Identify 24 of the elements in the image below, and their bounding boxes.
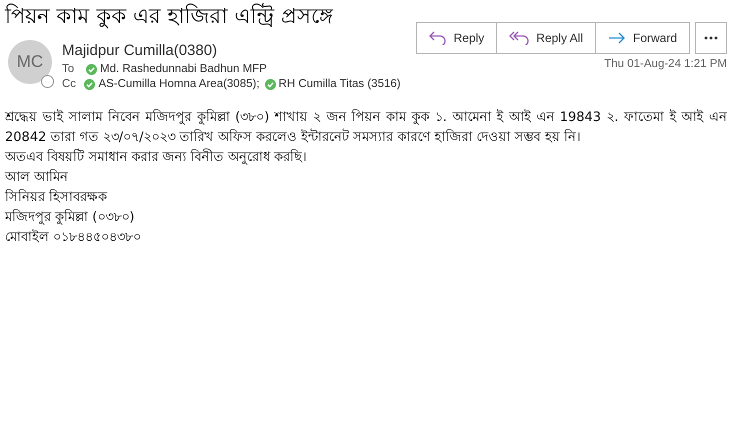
recipient-label: To — [62, 62, 76, 77]
check-icon — [264, 79, 276, 90]
recipient-name[interactable]: Md. Rashedunnabi Badhun MFP — [100, 62, 267, 77]
recipient-name[interactable]: AS-Cumilla Homna Area(3085); — [98, 77, 260, 92]
reply-arrow-icon — [428, 31, 447, 45]
body-paragraph: মজিদপুর কুমিল্লা (০৩৮০) — [5, 208, 136, 227]
email-subject: পিয়ন কাম কুক এর হাজিরা এন্ট্রি প্রসঙ্গে — [5, 2, 334, 30]
reply-all-arrow-icon — [509, 31, 530, 45]
body-paragraph: সিনিয়র হিসাবরক্ষক — [5, 188, 108, 207]
body-paragraph: অতএব বিষয়টি সমাধান করার জন্য বিনীত অনুরোধ করছি। — [5, 148, 308, 167]
check-icon — [84, 79, 96, 90]
recipient-name[interactable]: RH Cumilla Titas (3516) — [278, 77, 401, 92]
body-paragraph: শ্রদ্ধেয় ভাই সালাম নিবেন মজিদপুর কুমিল্লা (৩৮০) শাখায় ২ জন পিয়ন কাম কুক ১. আমেনা ই আই এন 19843 ২. ফাতেমা ই আই এন 20842 তারা গত ২৩/০৭/২০২৩ তারিখ অফিস করলেও ইন্টারনেট সমস্যার কারণে হাজিরা দেওয়া সম্ভব হয় নি। — [5, 108, 727, 147]
sender-name: Majidpur Cumilla(0380) — [62, 41, 218, 61]
recipient-label: Cc — [62, 77, 78, 92]
check-icon — [86, 64, 97, 75]
presence-icon — [41, 75, 54, 88]
body-paragraph: আল আমিন — [5, 168, 70, 187]
forward-arrow-icon — [608, 32, 626, 44]
sent-date: Thu 01-Aug-24 1:21 PM — [604, 58, 727, 70]
more-button[interactable] — [695, 22, 727, 54]
body-paragraph: মোবাইল ০১৮৪৪৫০৪৩৮০ — [5, 228, 142, 247]
more-icon — [704, 36, 718, 40]
sender-avatar: MC — [8, 40, 52, 84]
